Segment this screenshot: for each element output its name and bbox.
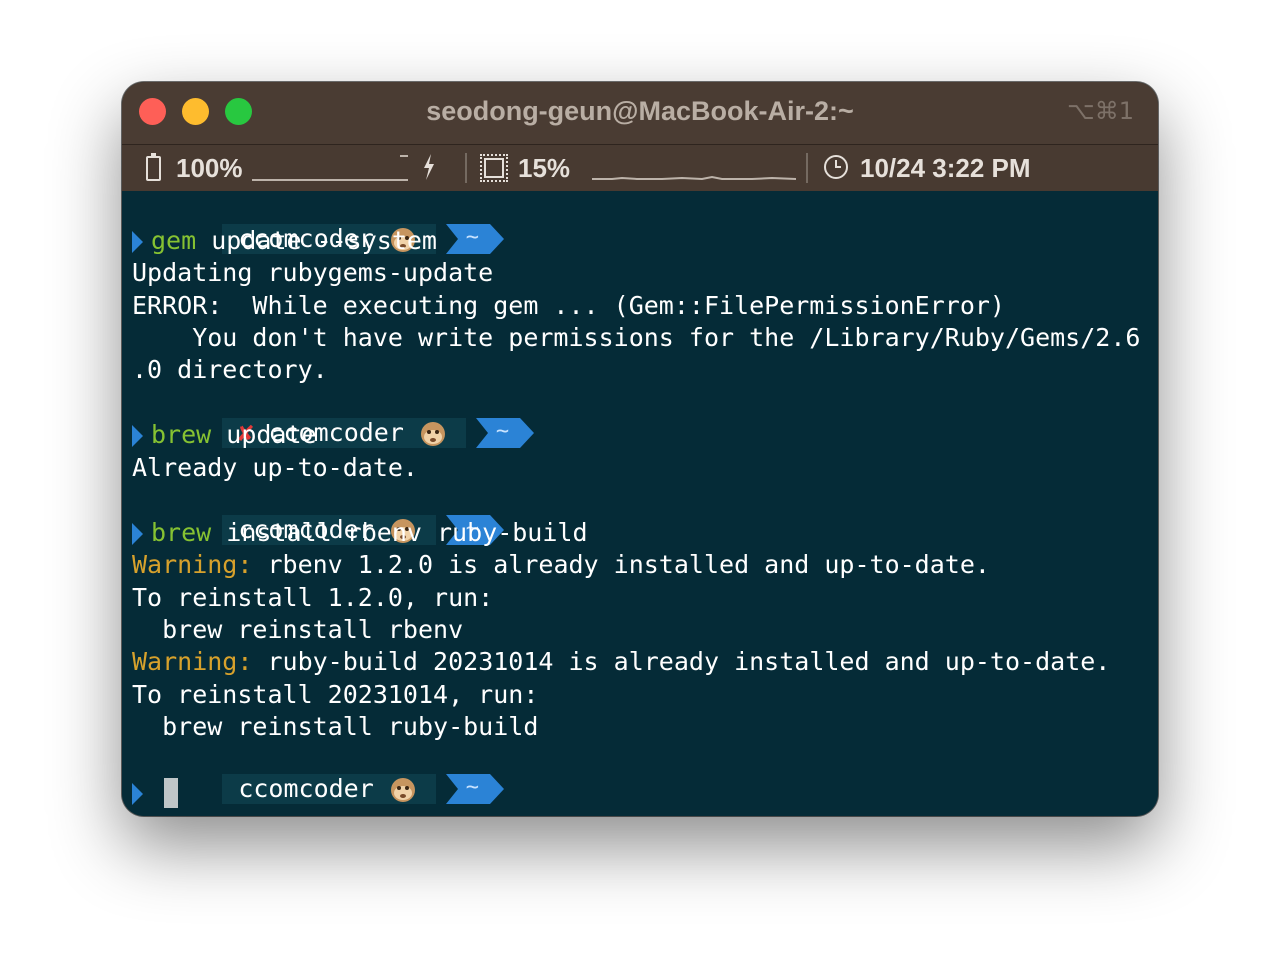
prompt-dir: ~ bbox=[495, 419, 510, 444]
prompt-dir-segment: ~ bbox=[475, 418, 534, 448]
status-separator bbox=[806, 153, 808, 183]
command-name: brew bbox=[151, 420, 212, 449]
prompt-chevron-icon bbox=[132, 231, 143, 253]
prompt-user: ccomcoder bbox=[238, 774, 374, 803]
command-args: update bbox=[211, 420, 317, 449]
command-args: install rbenv ruby-build bbox=[211, 518, 588, 547]
prompt-chevron-icon bbox=[132, 783, 143, 805]
prompt-chevron-icon bbox=[132, 425, 143, 447]
monkey-face-icon bbox=[418, 421, 448, 447]
cpu-percent: 15% bbox=[518, 153, 571, 183]
window-shortcut: ⌥⌘1 bbox=[1067, 97, 1134, 125]
prompt-line: ccomcoder ~ bbox=[132, 194, 504, 254]
output-line: Warning: rbenv 1.2.0 is already installe… bbox=[132, 549, 990, 581]
warning-text: rbenv 1.2.0 is already installed and up-… bbox=[252, 550, 990, 579]
output-line: To reinstall 1.2.0, run: bbox=[132, 583, 494, 612]
warning-label: Warning: bbox=[132, 550, 253, 579]
input-line[interactable] bbox=[132, 777, 151, 809]
output-line: Updating rubygems-update bbox=[132, 258, 494, 287]
output-line: brew reinstall ruby-build bbox=[132, 712, 539, 741]
prompt-dir: ~ bbox=[465, 775, 480, 800]
terminal-window: seodong-geun@MacBook-Air-2:~ ⌥⌘1 100% 15… bbox=[122, 82, 1158, 816]
command-name: brew bbox=[151, 518, 212, 547]
command-args: update --system bbox=[196, 226, 437, 255]
cpu-icon bbox=[480, 154, 508, 182]
battery-graph bbox=[252, 179, 408, 181]
prompt-line: ccomcoder ~ bbox=[132, 485, 504, 545]
prompt-line: ccomcoder ~ bbox=[132, 744, 504, 804]
output-line: .0 directory. bbox=[132, 355, 328, 384]
command-name: gem bbox=[151, 226, 197, 255]
output-line: ERROR: While executing gem ... (Gem::Fil… bbox=[132, 291, 1005, 320]
output-line: brew reinstall rbenv bbox=[132, 615, 464, 644]
output-line: Already up-to-date. bbox=[132, 453, 418, 482]
window-title: seodong-geun@MacBook-Air-2:~ bbox=[426, 96, 854, 126]
command-line: brew install rbenv ruby-build bbox=[132, 517, 588, 549]
prompt-line: ✘ ccomcoder ~ bbox=[132, 388, 534, 448]
status-bar: 100% 15% 10/24 3:22 PM bbox=[122, 144, 1158, 191]
prompt-dir-segment: ~ bbox=[445, 774, 504, 804]
status-datetime: 10/24 3:22 PM bbox=[860, 153, 1031, 183]
prompt-chevron-icon bbox=[132, 523, 143, 545]
output-line: You don't have write permissions for the… bbox=[132, 323, 1141, 352]
prompt-dir: ~ bbox=[465, 225, 480, 250]
command-line: gem update --system bbox=[132, 225, 437, 257]
prompt-dir-segment: ~ bbox=[445, 224, 504, 254]
output-line: To reinstall 20231014, run: bbox=[132, 680, 539, 709]
status-separator bbox=[465, 153, 467, 183]
cpu-graph bbox=[592, 175, 796, 181]
command-line: brew update bbox=[132, 419, 317, 451]
terminal-output[interactable]: ccomcoder ~ gem update --system Updating … bbox=[122, 191, 1158, 816]
prompt-user-segment: ccomcoder bbox=[222, 774, 436, 804]
text-cursor bbox=[164, 778, 178, 808]
output-line: Warning: ruby-build 20231014 is already … bbox=[132, 646, 1110, 678]
clock-icon bbox=[824, 155, 848, 179]
monkey-face-icon bbox=[388, 777, 418, 803]
battery-percent: 100% bbox=[176, 153, 243, 183]
battery-graph-tick bbox=[400, 155, 408, 157]
warning-label: Warning: bbox=[132, 647, 253, 676]
battery-icon bbox=[146, 153, 161, 181]
warning-text: ruby-build 20231014 is already installed… bbox=[252, 647, 1111, 676]
title-bar[interactable]: seodong-geun@MacBook-Air-2:~ ⌥⌘1 bbox=[122, 82, 1158, 144]
charging-bolt-icon bbox=[424, 154, 434, 180]
